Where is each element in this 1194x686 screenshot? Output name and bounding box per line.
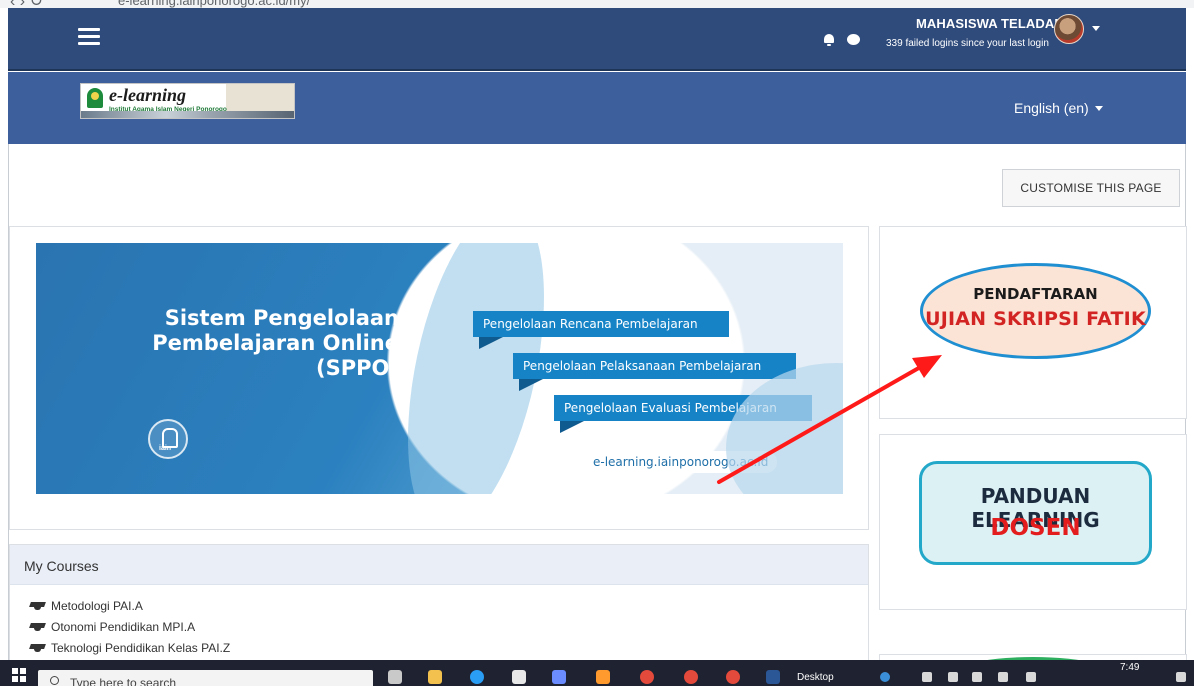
notification-bell-icon[interactable]: [823, 34, 835, 46]
language-selector[interactable]: English (en): [1014, 100, 1103, 116]
file-explorer-icon[interactable]: [428, 670, 442, 684]
banner-tag-evaluasi: Pengelolaan Evaluasi Pembelajaran: [554, 395, 812, 433]
course-link[interactable]: Teknologi Pendidikan Kelas PAI.Z: [30, 637, 868, 658]
windows-taskbar: Type here to search Desktop 7:49: [0, 660, 1194, 686]
chrome-icon-3[interactable]: [726, 670, 740, 684]
banner-title-line: Sistem Pengelolaan: [164, 306, 399, 330]
lecturer-guide-button[interactable]: PANDUAN ELEARNING DOSEN: [919, 461, 1152, 565]
sppo-banner-image[interactable]: Sistem Pengelolaan Pembelajaran Online (…: [36, 243, 843, 494]
search-icon: [50, 676, 59, 685]
course-name[interactable]: Metodologi PAI.A: [51, 599, 143, 613]
hamburger-menu-icon[interactable]: [78, 28, 100, 46]
taskbar-search-input[interactable]: Type here to search: [38, 670, 373, 686]
chrome-icon[interactable]: [640, 670, 654, 684]
user-name[interactable]: MAHASISWA TELADAN: [916, 16, 1064, 31]
site-logo[interactable]: e-learning Institut Agama Islam Negeri P…: [80, 83, 295, 119]
volume-icon[interactable]: [998, 672, 1008, 682]
site-header: e-learning Institut Agama Islam Negeri P…: [8, 72, 1186, 144]
banner-tag-pelaksanaan: Pengelolaan Pelaksanaan Pembelajaran: [513, 353, 796, 391]
guide-block: PANDUAN ELEARNING DOSEN: [879, 434, 1187, 610]
chrome-icon-2[interactable]: [684, 670, 698, 684]
notifications-icon[interactable]: [1176, 672, 1186, 682]
screen: ‹ › ↻ e-learning.iainponorogo.ac.id/my/ …: [0, 0, 1194, 686]
iain-logo-icon: [87, 88, 103, 108]
desktop-toolbar-label[interactable]: Desktop: [797, 672, 834, 683]
logo-title: e-learning: [109, 85, 187, 105]
network-icon[interactable]: [972, 672, 982, 682]
graduation-cap-icon: [30, 601, 45, 611]
graduation-cap-icon: [30, 643, 45, 653]
registration-block: PENDAFTARAN UJIAN SKRIPSI FATIK: [879, 226, 1187, 419]
course-name[interactable]: Otonomi Pendidikan MPI.A: [51, 620, 195, 634]
banner-title-line: Pembelajaran Online: [152, 331, 399, 355]
edge-browser-icon[interactable]: [470, 670, 484, 684]
browser-nav-arrows[interactable]: ‹ › ↻: [10, 0, 43, 8]
browser-address-bar[interactable]: ‹ › ↻ e-learning.iainponorogo.ac.id/my/: [0, 0, 1194, 8]
course-list: Metodologi PAI.A Otonomi Pendidikan MPI.…: [10, 585, 868, 658]
word-icon[interactable]: [766, 670, 780, 684]
chevron-down-icon[interactable]: [1092, 26, 1100, 31]
registration-line1: PENDAFTARAN: [973, 285, 1098, 303]
clock-time[interactable]: 7:49: [1120, 662, 1139, 673]
firefox-icon[interactable]: [596, 670, 610, 684]
failed-logins-notice: 339 failed logins since your last login: [886, 38, 1049, 49]
tray-arrow-icon[interactable]: [922, 672, 932, 682]
app-icon[interactable]: [552, 670, 566, 684]
cloud-icon[interactable]: [948, 672, 958, 682]
course-link[interactable]: Metodologi PAI.A: [30, 595, 868, 616]
search-placeholder: Type here to search: [70, 676, 177, 686]
language-label: English (en): [1014, 100, 1089, 116]
page-content: CUSTOMISE THIS PAGE Sistem Pengelolaan P…: [8, 144, 1187, 686]
course-link[interactable]: Otonomi Pendidikan MPI.A: [30, 616, 868, 637]
nav-icons: [823, 34, 860, 46]
thesis-exam-registration-button[interactable]: PENDAFTARAN UJIAN SKRIPSI FATIK: [920, 263, 1151, 359]
registration-line2: UJIAN SKRIPSI FATIK: [925, 308, 1146, 330]
messages-chat-icon[interactable]: [847, 34, 860, 45]
guide-line2: DOSEN: [990, 515, 1081, 541]
chevron-down-icon: [1094, 105, 1103, 111]
wifi-icon[interactable]: [1026, 672, 1036, 682]
banner-url: e-learning.iainponorogo.ac.id: [584, 451, 778, 473]
top-navbar: MAHASISWA TELADAN 339 failed logins sinc…: [8, 8, 1186, 71]
windows-start-icon[interactable]: [12, 668, 26, 682]
my-courses-heading: My Courses: [10, 545, 868, 585]
my-courses-block: My Courses Metodologi PAI.A Otonomi Pend…: [9, 544, 869, 660]
user-menu[interactable]: MAHASISWA TELADAN 339 failed logins sinc…: [886, 10, 1106, 70]
banner-title-line: (SPPO): [316, 356, 399, 380]
avatar[interactable]: [1054, 14, 1084, 44]
browser-url[interactable]: e-learning.iainponorogo.ac.id/my/: [118, 0, 310, 8]
task-view-icon[interactable]: [388, 670, 402, 684]
logo-building-strip: [81, 111, 294, 118]
graduation-cap-icon: [30, 622, 45, 632]
dropbox-icon[interactable]: [512, 670, 526, 684]
help-icon[interactable]: [880, 672, 890, 682]
customise-page-button[interactable]: CUSTOMISE THIS PAGE: [1002, 169, 1180, 207]
course-name[interactable]: Teknologi Pendidikan Kelas PAI.Z: [51, 641, 230, 655]
banner-card: Sistem Pengelolaan Pembelajaran Online (…: [9, 226, 869, 530]
banner-title: Sistem Pengelolaan Pembelajaran Online (…: [144, 306, 399, 381]
banner-tag-rencana: Pengelolaan Rencana Pembelajaran: [473, 311, 729, 349]
iain-emblem-icon: [148, 419, 188, 459]
